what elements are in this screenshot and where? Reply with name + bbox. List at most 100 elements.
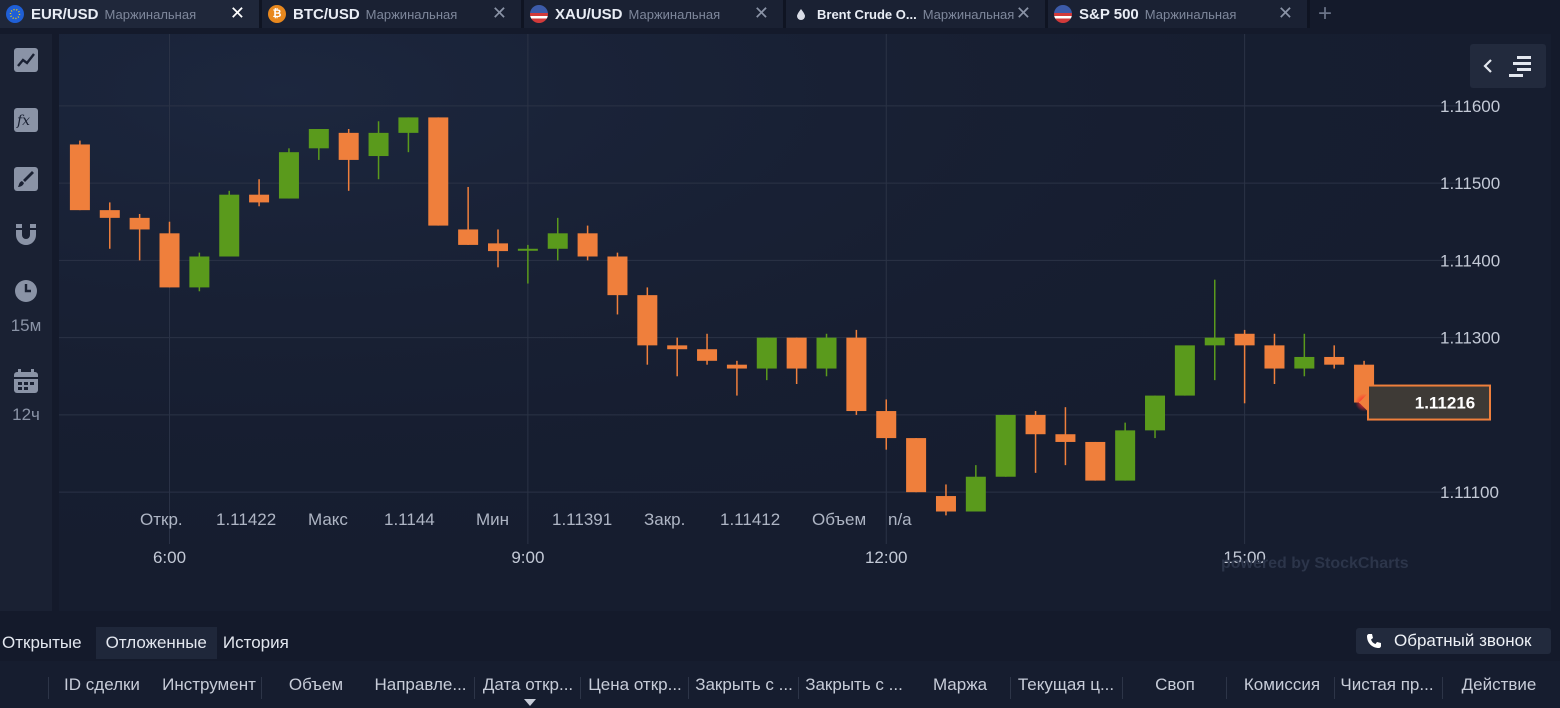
candle-body [308,129,329,149]
ohlc-high-value: 1.1144 [384,510,435,529]
tab-open[interactable]: Открытые [0,627,92,659]
phone-icon [1367,634,1381,648]
column-action[interactable]: Действие [1446,661,1552,708]
candle[interactable] [278,148,299,199]
timeframe-label[interactable]: 15м [0,316,52,336]
side-panel-toggle[interactable] [1470,44,1546,88]
indicators-button[interactable]: fx [0,106,52,134]
callback-button[interactable]: Обратный звонок [1356,628,1551,654]
candle[interactable] [1174,345,1195,396]
close-icon[interactable]: ✕ [1016,4,1031,22]
column-divider [1226,677,1227,699]
column-net-profit[interactable]: Чистая пр... [1335,661,1439,708]
stockcharts-watermark: powered by StockCharts [1221,555,1409,572]
callback-label: Обратный звонок [1394,631,1532,650]
price-chart[interactable]: 1.11600 1.11500 1.11400 1.11300 1.11100 6:00 9… [59,34,1551,611]
candle[interactable] [219,190,240,257]
tab-xau-usd[interactable]: XAU/USD Маржинальная ✕ [524,0,786,28]
candle-body [995,414,1016,477]
order-book-icon [1509,56,1531,77]
tab-symbol: EUR/USD [31,5,99,23]
column-margin[interactable]: Маржа [910,661,1010,708]
tab-symbol: Brent Crude O... [817,6,917,22]
column-take-profit[interactable]: Закрыть с ... [690,661,798,708]
candle-body [1085,441,1106,481]
column-divider [1010,677,1011,699]
candle[interactable] [846,329,867,415]
ohlc-volume-value: n/a [888,510,912,529]
sort-down-icon[interactable] [524,699,536,707]
column-volume[interactable]: Объем [266,661,366,708]
candle-body [488,243,509,252]
column-divider [1122,677,1123,699]
column-instrument[interactable]: Инструмент [157,661,261,708]
column-direction[interactable]: Направле... [368,661,473,708]
tab-kind: Маржинальная [1144,6,1237,22]
close-icon[interactable]: ✕ [230,4,245,22]
candle[interactable] [69,140,90,211]
function-icon: fx [14,108,38,132]
candle-body [547,233,568,249]
candle-body [786,337,807,369]
candle-body [846,337,867,412]
tab-brent-crude[interactable]: Brent Crude O... Маржинальная ✕ [786,0,1048,28]
timeframe-button[interactable] [0,278,52,304]
candle-body [69,144,90,211]
candle[interactable] [428,117,449,226]
tab-kind: Маржинальная [628,6,721,22]
add-tab-button[interactable]: + [1310,0,1340,28]
tab-pending[interactable]: Отложенные [95,627,217,659]
column-stop-loss[interactable]: Закрыть с ... [800,661,908,708]
candle-body [368,132,389,157]
close-icon[interactable]: ✕ [492,4,507,22]
calendar-icon [14,369,38,393]
ohlc-low-value: 1.11391 [552,510,612,529]
brush-icon [14,167,38,191]
candle-body [756,337,777,369]
clock-icon [15,280,37,302]
column-swap[interactable]: Своп [1124,661,1226,708]
candle-body [278,152,299,199]
drawing-tools-button[interactable] [0,165,52,193]
column-open-price[interactable]: Цена откр... [582,661,688,708]
candle-body [129,217,150,230]
tab-symbol: XAU/USD [555,5,623,23]
candle-body [726,364,747,369]
close-icon[interactable]: ✕ [1278,4,1293,22]
bitcoin-icon: ₿ [268,5,286,23]
period-button[interactable] [0,367,52,395]
candle-body [398,117,419,133]
y-tick-label: 1.11300 [1440,329,1500,348]
candle-body [99,210,120,218]
candle-body [1204,337,1225,346]
chevron-left-icon [1483,59,1492,73]
candle-body [1324,356,1345,365]
tab-history[interactable]: История [221,627,299,659]
candle[interactable] [906,438,927,493]
ohlc-close-value: 1.11412 [720,510,780,529]
column-divider [474,677,475,699]
magnet-button[interactable] [0,220,52,250]
column-trade-id[interactable]: ID сделки [56,661,148,708]
period-label[interactable]: 12ч [0,405,52,425]
candle[interactable] [189,252,210,292]
candle-body [1294,356,1315,369]
tab-kind: Маржинальная [365,6,458,22]
candle-body [1264,345,1285,369]
candle[interactable] [1085,441,1106,481]
candle[interactable] [995,414,1016,477]
chart-type-button[interactable] [0,46,52,74]
tab-eur-usd[interactable]: EUR/USD Маржинальная ✕ [0,0,262,28]
candle-body [159,233,180,288]
candlestick-chart[interactable]: 1.11600 1.11500 1.11400 1.11300 1.11100 6:00 9… [59,34,1551,611]
column-current-price[interactable]: Текущая ц... [1012,661,1120,708]
column-commission[interactable]: Комиссия [1230,661,1334,708]
orders-tabs: Открытые Отложенные История [0,627,303,659]
tab-btc-usd[interactable]: ₿ BTC/USD Маржинальная ✕ [262,0,524,28]
column-divider [48,677,49,699]
tab-sp500[interactable]: S&P 500 Маржинальная ✕ [1048,0,1310,28]
close-icon[interactable]: ✕ [754,4,769,22]
candle-body [577,233,598,257]
tab-kind: Маржинальная [104,6,197,22]
candle[interactable] [1115,422,1136,481]
